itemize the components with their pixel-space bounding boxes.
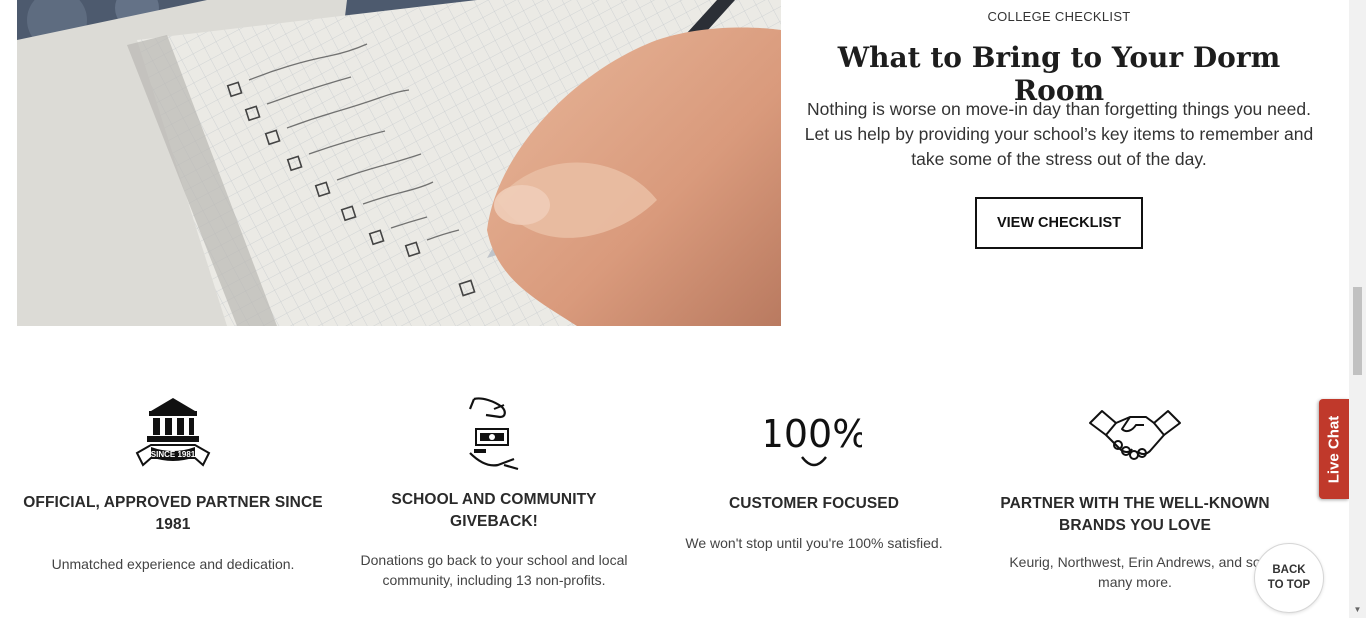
donation-hands-icon <box>352 395 636 475</box>
section-eyebrow: COLLEGE CHECKLIST <box>987 9 1131 24</box>
feature-description: We won't stop until you're 100% satisfie… <box>685 535 943 551</box>
hundred-percent-smile-icon: 100% <box>672 395 956 475</box>
scroll-down-arrow-icon[interactable]: ▼ <box>1349 604 1366 616</box>
back-to-top-button[interactable]: BACK TO TOP <box>1254 543 1324 613</box>
feature-title: SCHOOL AND COMMUNITY GIVEBACK! <box>391 491 597 530</box>
feature-description: Keurig, Northwest, Erin Andrews, and so … <box>1009 554 1261 590</box>
feature-title: PARTNER WITH THE WELL-KNOWN BRANDS YOU L… <box>1000 495 1270 534</box>
feature-official-partner: SINCE 1981 OFFICIAL, APPROVED PARTNER SI… <box>22 395 324 574</box>
feature-customer-focused: 100% CUSTOMER FOCUSED We won't stop unti… <box>672 395 956 553</box>
hundred-percent-text: 100% <box>766 412 862 456</box>
promo-description: Nothing is worse on move-in day than for… <box>804 99 1314 169</box>
page-scrollbar[interactable]: ▼ <box>1349 0 1366 618</box>
feature-title: OFFICIAL, APPROVED PARTNER SINCE 1981 <box>23 494 323 533</box>
handshake-icon <box>988 395 1282 475</box>
since-1981-badge: SINCE 1981 <box>151 450 196 459</box>
checklist-photo <box>17 0 781 326</box>
institution-icon: SINCE 1981 <box>22 395 324 471</box>
live-chat-button[interactable]: Live Chat <box>1319 399 1349 499</box>
feature-brands: PARTNER WITH THE WELL-KNOWN BRANDS YOU L… <box>988 395 1282 592</box>
feature-description: Donations go back to your school and loc… <box>360 552 628 588</box>
feature-giveback: SCHOOL AND COMMUNITY GIVEBACK! Donations… <box>352 395 636 590</box>
checklist-photo-illustration <box>17 0 781 326</box>
feature-title: CUSTOMER FOCUSED <box>728 495 900 512</box>
live-chat-label: Live Chat <box>1325 415 1343 483</box>
back-to-top-label: BACK TO TOP <box>1267 564 1311 591</box>
feature-description: Unmatched experience and dedication. <box>51 556 295 572</box>
scrollbar-thumb[interactable] <box>1353 287 1362 375</box>
view-checklist-button[interactable]: VIEW CHECKLIST <box>975 197 1143 249</box>
